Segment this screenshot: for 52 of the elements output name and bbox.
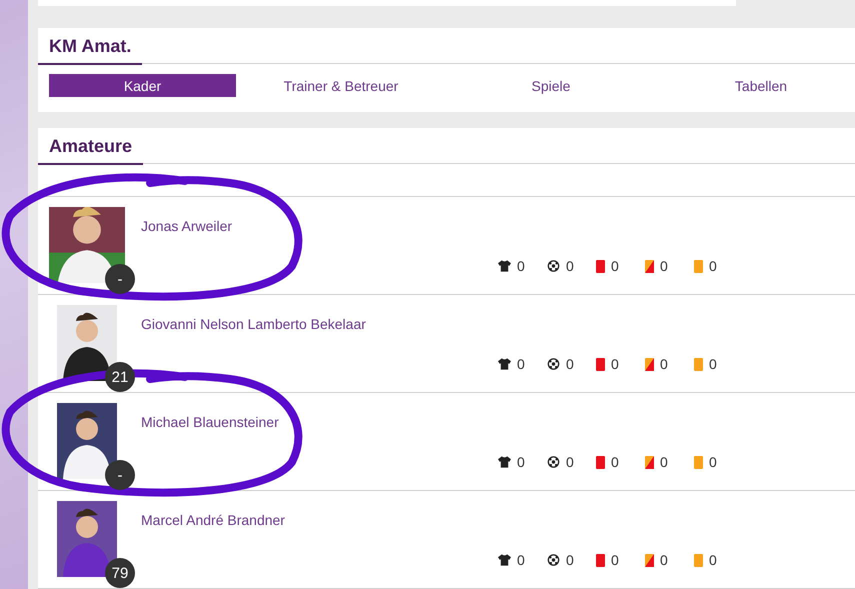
stat-value: 0 (517, 454, 525, 470)
second-booking-card-icon (645, 260, 654, 272)
player-name[interactable]: Marcel André Brandner (141, 512, 285, 530)
second-booking-card-icon (645, 456, 654, 468)
stat-value: 0 (660, 356, 668, 372)
stat-value: 0 (566, 552, 574, 568)
stat-value: 0 (566, 258, 574, 274)
ball-icon (547, 358, 560, 370)
stat-value: 0 (566, 356, 574, 372)
ball-icon (547, 260, 560, 272)
booking-card-icon (694, 456, 703, 468)
stat-value: 0 (660, 552, 668, 568)
shirt-icon (498, 554, 511, 566)
tab[interactable]: Tabellen (656, 74, 855, 97)
stat-value: 0 (660, 258, 668, 274)
stat-value: 0 (611, 454, 619, 470)
stat-value: 0 (660, 454, 668, 470)
booking-card-icon (694, 358, 703, 370)
booking-card-icon (694, 554, 703, 566)
tab[interactable]: Trainer & Betreuer (236, 74, 446, 97)
stat-value: 0 (709, 552, 717, 568)
stat-value: 0 (709, 356, 717, 372)
stat-value: 0 (611, 552, 619, 568)
stat-value: 0 (611, 258, 619, 274)
tab[interactable]: Kader (49, 74, 236, 97)
stat-value: 0 (709, 454, 717, 470)
stat-value: 0 (517, 258, 525, 274)
tab[interactable]: Spiele (446, 74, 656, 97)
stat-value: 0 (566, 454, 574, 470)
shirt-icon (498, 358, 511, 370)
player-name[interactable]: Michael Blauensteiner (141, 414, 279, 432)
stat-value: 0 (709, 258, 717, 274)
second-booking-card-icon (645, 358, 654, 370)
sending-off-card-icon (596, 554, 605, 566)
sending-off-card-icon (596, 260, 605, 272)
number-badge: 21 (105, 362, 135, 392)
sending-off-card-icon (596, 358, 605, 370)
section-title: Amateure (38, 136, 144, 165)
stat-value: 0 (517, 356, 525, 372)
player-name[interactable]: Jonas Arweiler (141, 218, 232, 236)
ball-icon (547, 456, 560, 468)
stat-value: 0 (611, 356, 619, 372)
stat-value: 0 (517, 552, 525, 568)
second-booking-card-icon (645, 554, 654, 566)
number-badge: 79 (105, 558, 135, 588)
shirt-icon (498, 260, 511, 272)
shirt-icon (498, 456, 511, 468)
ball-icon (547, 554, 560, 566)
player-name[interactable]: Giovanni Nelson Lamberto Bekelaar (141, 316, 366, 334)
team-title: KM Amat. (38, 36, 142, 65)
booking-card-icon (694, 260, 703, 272)
sending-off-card-icon (596, 456, 605, 468)
